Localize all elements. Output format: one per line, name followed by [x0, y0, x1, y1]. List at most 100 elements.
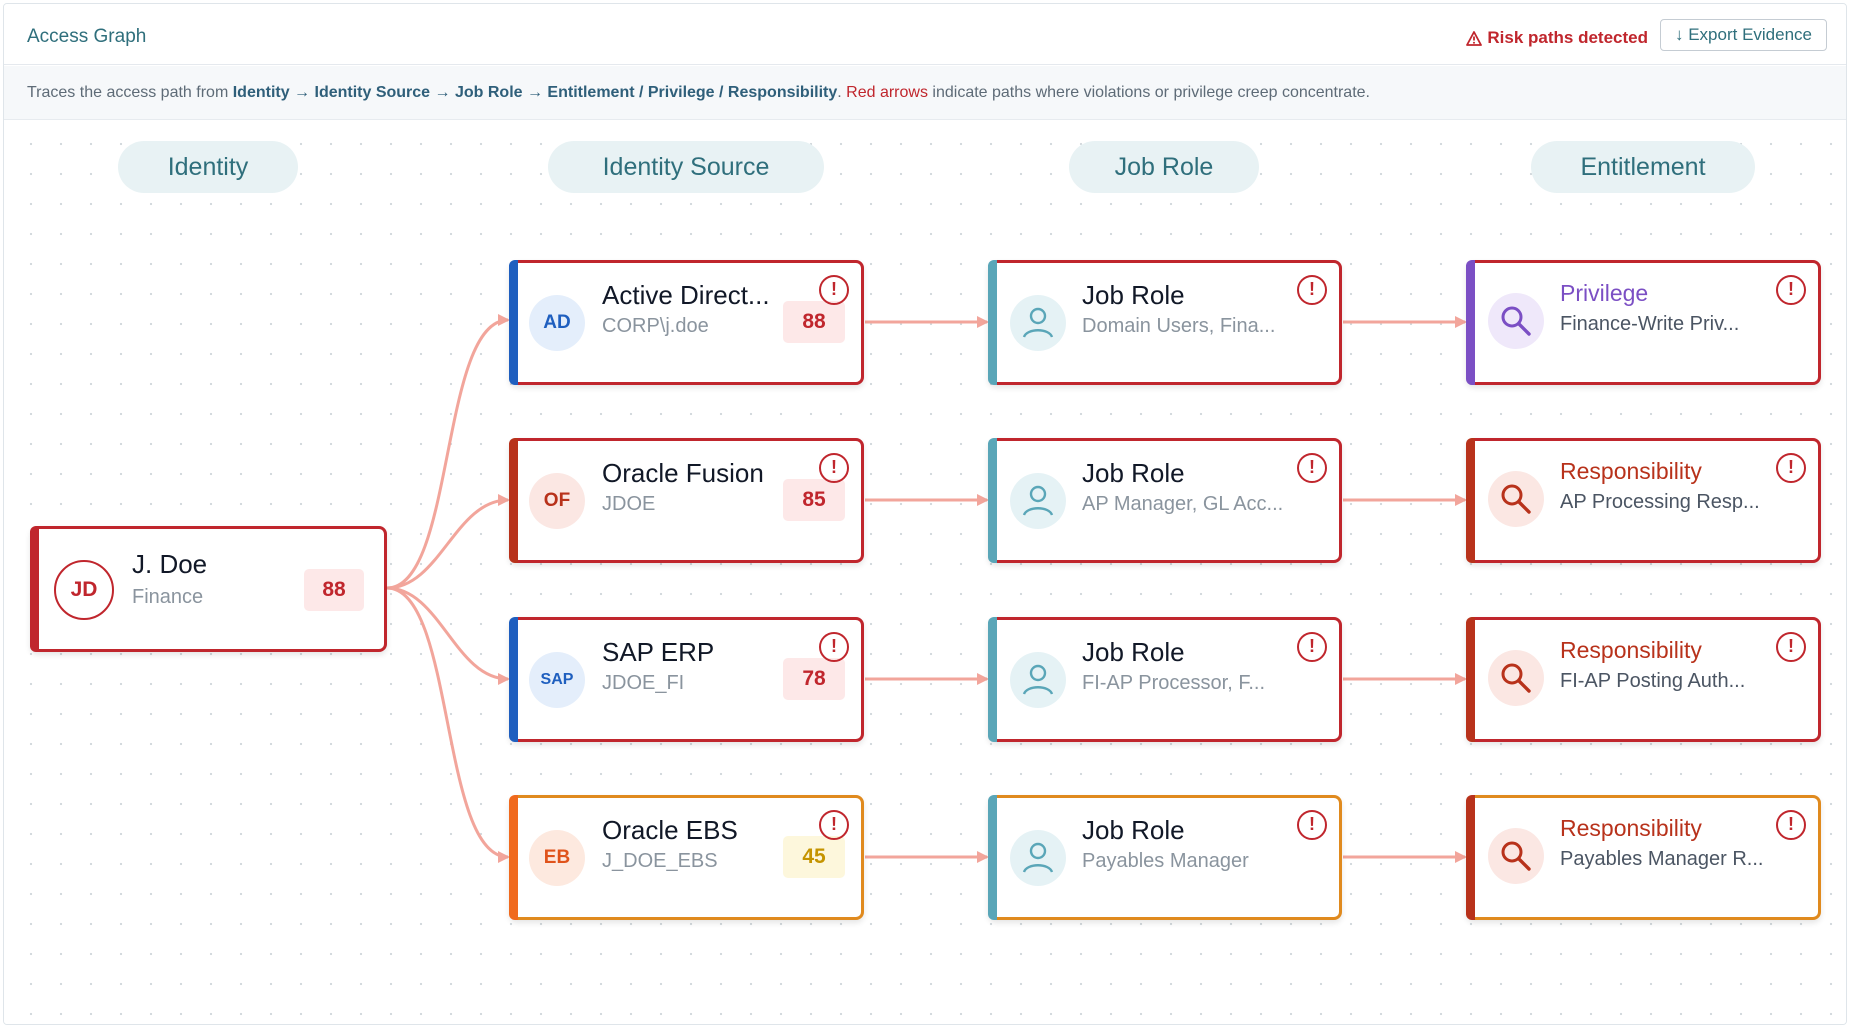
- person-icon: [1010, 295, 1066, 351]
- panel-title: Access Graph: [27, 26, 147, 47]
- source-name: SAP ERP: [602, 637, 715, 667]
- node-accent-bar: [1466, 438, 1475, 563]
- source-node-oracle-fusion[interactable]: OF Oracle Fusion JDOE 85 !: [509, 438, 864, 563]
- warning-triangle-icon: [1466, 30, 1483, 46]
- job-role-name: Job Role: [1082, 280, 1185, 310]
- job-role-node[interactable]: Job Role AP Manager, GL Acc... !: [988, 438, 1342, 563]
- source-account: J_DOE_EBS: [602, 850, 718, 872]
- node-accent-bar: [30, 526, 39, 652]
- source-avatar: AD: [529, 295, 585, 351]
- source-avatar: EB: [529, 830, 585, 886]
- description-tail: indicate paths where violations or privi…: [927, 84, 1370, 101]
- source-name: Active Direct...: [602, 280, 770, 310]
- source-avatar: OF: [529, 473, 585, 529]
- source-account: JDOE_FI: [602, 672, 685, 694]
- source-account: CORP\j.doe: [602, 315, 709, 337]
- magnifier-icon: [1488, 650, 1544, 706]
- column-header-job-role: Job Role: [1069, 141, 1259, 193]
- job-role-node[interactable]: Job Role FI-AP Processor, F... !: [988, 617, 1342, 742]
- identity-name: J. Doe: [132, 549, 208, 579]
- source-risk-score: 85: [783, 479, 845, 521]
- risk-status: Risk paths detected: [1466, 28, 1648, 48]
- node-accent-bar: [509, 260, 518, 385]
- alert-icon[interactable]: !: [1297, 453, 1327, 483]
- entitlement-detail: AP Processing Resp...: [1560, 491, 1760, 513]
- node-accent-bar: [509, 617, 518, 742]
- entitlement-type: Responsibility: [1560, 458, 1702, 484]
- entitlement-node-responsibility[interactable]: Responsibility Payables Manager R... !: [1466, 795, 1821, 920]
- column-header-identity: Identity: [118, 141, 298, 193]
- node-accent-bar: [509, 438, 518, 563]
- path-entitlement: Entitlement / Privilege / Responsibility: [547, 84, 838, 101]
- path-arrow: →: [430, 84, 455, 101]
- path-source: Identity Source: [314, 84, 431, 101]
- person-icon: [1010, 830, 1066, 886]
- job-role-node[interactable]: Job Role Payables Manager !: [988, 795, 1342, 920]
- alert-icon[interactable]: !: [819, 632, 849, 662]
- source-risk-score: 88: [783, 301, 845, 343]
- entitlement-node-responsibility[interactable]: Responsibility FI-AP Posting Auth... !: [1466, 617, 1821, 742]
- job-role-detail: AP Manager, GL Acc...: [1082, 493, 1284, 515]
- job-role-detail: Payables Manager: [1082, 850, 1249, 872]
- magnifier-icon: [1488, 828, 1544, 884]
- entitlement-type: Responsibility: [1560, 637, 1702, 663]
- alert-icon[interactable]: !: [1297, 632, 1327, 662]
- path-role: Job Role: [454, 84, 523, 101]
- person-icon: [1010, 473, 1066, 529]
- path-arrow: →: [289, 84, 315, 101]
- job-role-name: Job Role: [1082, 637, 1185, 667]
- identity-node[interactable]: JD J. Doe Finance 88: [30, 526, 387, 652]
- job-role-detail: FI-AP Processor, F...: [1082, 672, 1266, 694]
- alert-icon[interactable]: !: [1776, 632, 1806, 662]
- node-accent-bar: [1466, 795, 1475, 920]
- column-header-entitlement: Entitlement: [1531, 141, 1755, 193]
- node-accent-bar: [988, 795, 997, 920]
- job-role-name: Job Role: [1082, 458, 1185, 488]
- panel-header: Access Graph Risk paths detected ↓ Expor…: [4, 4, 1846, 65]
- description-period: .: [837, 84, 847, 101]
- entitlement-node-responsibility[interactable]: Responsibility AP Processing Resp... !: [1466, 438, 1821, 563]
- alert-icon[interactable]: !: [1297, 275, 1327, 305]
- entitlement-detail: Payables Manager R...: [1560, 848, 1764, 870]
- alert-icon[interactable]: !: [1297, 810, 1327, 840]
- entitlement-type: Responsibility: [1560, 815, 1702, 841]
- job-role-node[interactable]: Job Role Domain Users, Fina... !: [988, 260, 1342, 385]
- node-accent-bar: [1466, 617, 1475, 742]
- source-risk-score: 45: [783, 836, 845, 878]
- column-header-identity-source: Identity Source: [548, 141, 824, 193]
- node-accent-bar: [509, 795, 518, 920]
- entitlement-node-privilege[interactable]: Privilege Finance-Write Priv... !: [1466, 260, 1821, 385]
- alert-icon[interactable]: !: [1776, 275, 1806, 305]
- job-role-detail: Domain Users, Fina...: [1082, 315, 1276, 337]
- red-arrows-note: Red arrows: [846, 84, 928, 101]
- risk-label: Risk paths detected: [1487, 28, 1648, 47]
- path-arrow: →: [522, 84, 548, 101]
- identity-department: Finance: [132, 586, 204, 608]
- node-accent-bar: [988, 617, 997, 742]
- source-account: JDOE: [602, 493, 656, 515]
- entitlement-detail: Finance-Write Priv...: [1560, 313, 1740, 335]
- node-accent-bar: [988, 438, 997, 563]
- alert-icon[interactable]: !: [1776, 810, 1806, 840]
- source-name: Oracle Fusion: [602, 458, 764, 488]
- magnifier-icon: [1488, 471, 1544, 527]
- person-icon: [1010, 652, 1066, 708]
- export-evidence-button[interactable]: ↓ Export Evidence: [1659, 19, 1827, 51]
- alert-icon[interactable]: !: [819, 275, 849, 305]
- alert-icon[interactable]: !: [819, 453, 849, 483]
- node-accent-bar: [988, 260, 997, 385]
- alert-icon[interactable]: !: [819, 810, 849, 840]
- source-node-sap-erp[interactable]: SAP SAP ERP JDOE_FI 78 !: [509, 617, 864, 742]
- source-node-active-directory[interactable]: AD Active Direct... CORP\j.doe 88 !: [509, 260, 864, 385]
- alert-icon[interactable]: !: [1776, 453, 1806, 483]
- source-node-oracle-ebs[interactable]: EB Oracle EBS J_DOE_EBS 45 !: [509, 795, 864, 920]
- job-role-name: Job Role: [1082, 815, 1185, 845]
- path-description: Traces the access path from Identity → I…: [4, 66, 1846, 120]
- node-accent-bar: [1466, 260, 1475, 385]
- source-risk-score: 78: [783, 658, 845, 700]
- identity-avatar: JD: [54, 560, 114, 620]
- source-name: Oracle EBS: [602, 815, 738, 845]
- source-avatar: SAP: [529, 652, 585, 708]
- entitlement-detail: FI-AP Posting Auth...: [1560, 670, 1746, 692]
- entitlement-type: Privilege: [1560, 280, 1649, 306]
